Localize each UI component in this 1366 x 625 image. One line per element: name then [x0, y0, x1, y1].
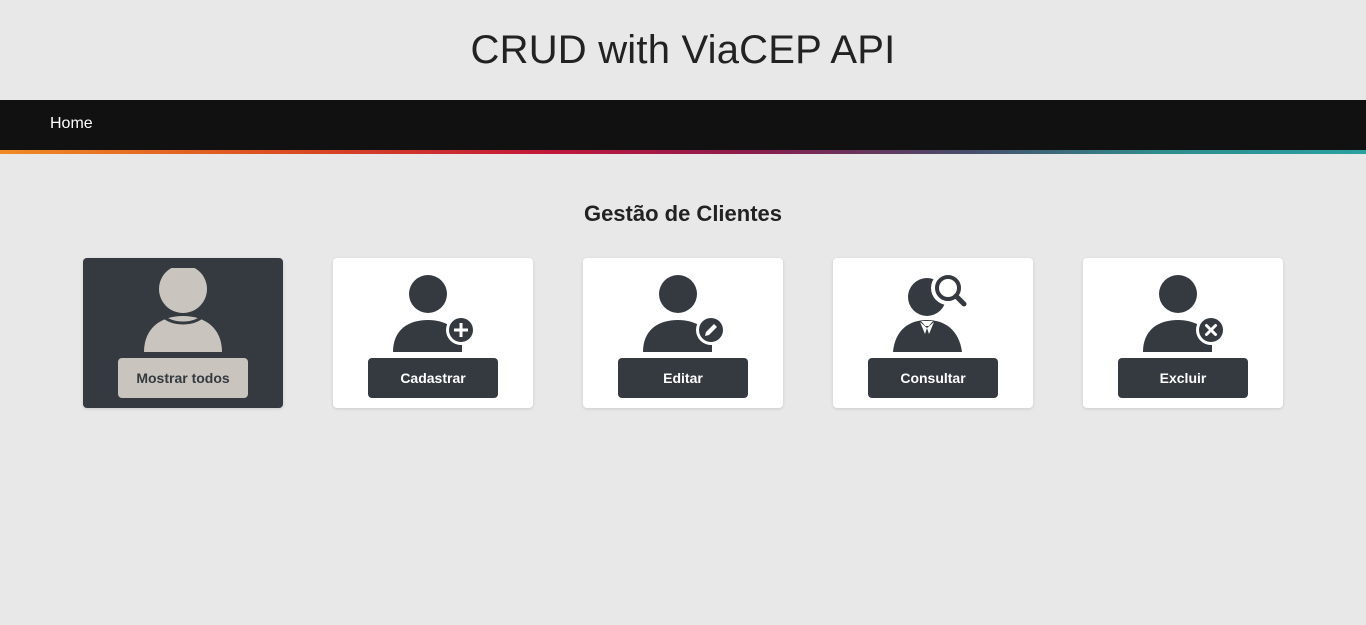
card-register[interactable]: Cadastrar: [333, 258, 533, 408]
user-add-icon: [383, 268, 483, 352]
show-all-button[interactable]: Mostrar todos: [118, 358, 248, 398]
card-edit[interactable]: Editar: [583, 258, 783, 408]
user-edit-icon: [633, 268, 733, 352]
nav-home-link[interactable]: Home: [50, 114, 93, 134]
user-delete-icon: [1133, 268, 1233, 352]
card-delete[interactable]: Excluir: [1083, 258, 1283, 408]
action-cards: Mostrar todos Cadastrar Editar Consultar…: [83, 258, 1283, 408]
navbar-gradient-stripe: [0, 150, 1366, 154]
section-title: Gestão de Clientes: [583, 201, 783, 226]
card-show-all[interactable]: Mostrar todos: [83, 258, 283, 408]
search-button[interactable]: Consultar: [868, 358, 998, 398]
edit-button[interactable]: Editar: [618, 358, 748, 398]
register-button[interactable]: Cadastrar: [368, 358, 498, 398]
site-header: CRUD with ViaCEP API: [0, 0, 1366, 100]
user-icon: [133, 268, 233, 352]
card-search[interactable]: Consultar: [833, 258, 1033, 408]
user-search-icon: [883, 268, 983, 352]
delete-button[interactable]: Excluir: [1118, 358, 1248, 398]
page-title: CRUD with ViaCEP API: [470, 27, 896, 72]
navbar: Home: [0, 100, 1366, 154]
